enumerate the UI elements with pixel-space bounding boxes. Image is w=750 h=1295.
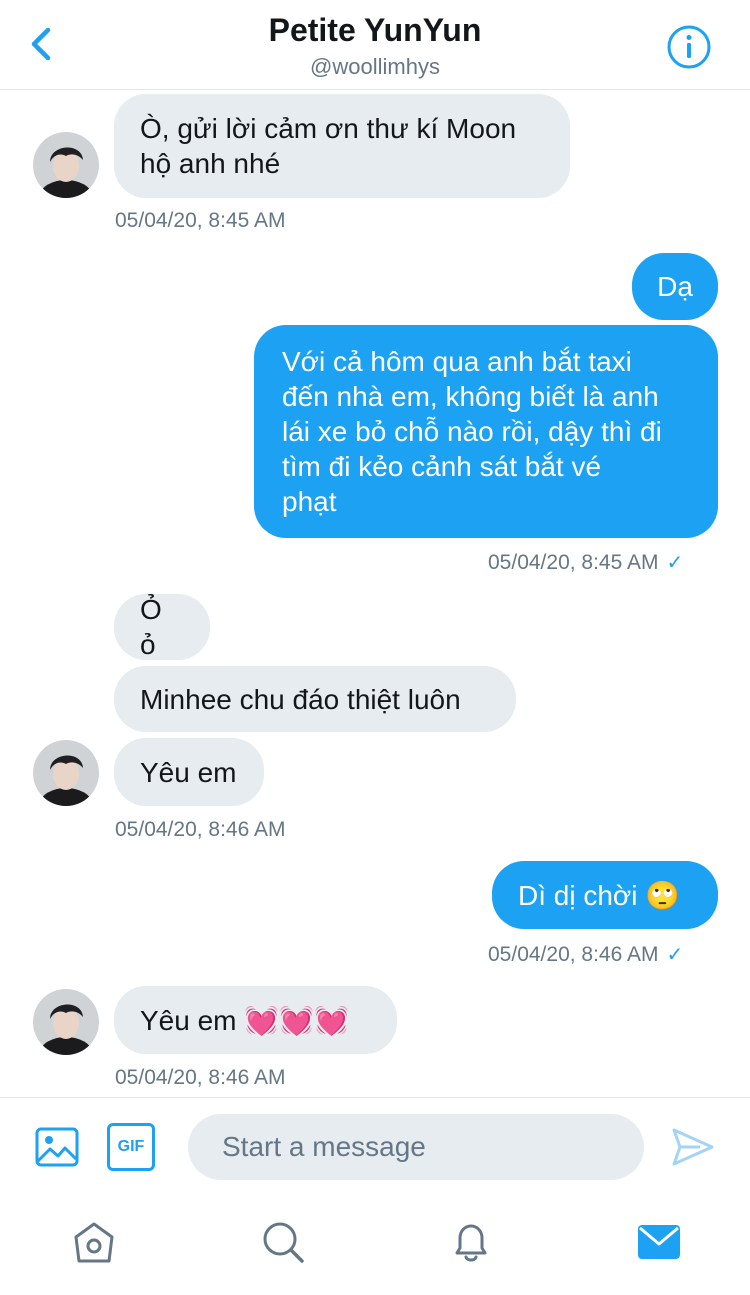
search-icon[interactable]: [260, 1219, 306, 1265]
message-timestamp: 05/04/20, 8:46 AM: [115, 1066, 286, 1089]
home-icon[interactable]: [71, 1219, 117, 1265]
read-check-icon: ✓: [666, 944, 684, 966]
mail-icon[interactable]: [636, 1219, 682, 1265]
conversation-title: Petite YunYun: [268, 12, 482, 48]
message-bubble-received[interactable]: Yêu em 💓💓💓: [114, 986, 397, 1054]
message-bubble-received[interactable]: Minhee chu đáo thiệt luôn: [114, 666, 516, 732]
send-icon[interactable]: [670, 1124, 716, 1170]
read-check-icon: ✓: [666, 552, 684, 574]
message-timestamp: 05/04/20, 8:45 AM: [115, 209, 286, 232]
bell-icon[interactable]: [448, 1219, 494, 1265]
message-bubble-sent[interactable]: Với cả hôm qua anh bắt taxi đến nhà em, …: [254, 325, 718, 538]
avatar[interactable]: [33, 132, 99, 198]
conversation-handle: @woollimhys: [310, 54, 440, 79]
message-composer: GIF: [0, 1097, 750, 1197]
gif-icon[interactable]: GIF: [107, 1123, 155, 1171]
bottom-tab-bar: [0, 1197, 750, 1295]
conversation-header: Petite YunYun @woollimhys: [0, 0, 750, 90]
message-timestamp: 05/04/20, 8:46 AM ✓: [488, 943, 684, 966]
message-bubble-received[interactable]: Yêu em: [114, 738, 264, 806]
message-bubble-received[interactable]: Ỏ ỏ: [114, 594, 210, 660]
avatar[interactable]: [33, 989, 99, 1055]
message-timestamp: 05/04/20, 8:46 AM: [115, 818, 286, 841]
message-input[interactable]: [188, 1114, 644, 1180]
message-bubble-received[interactable]: Ò, gửi lời cảm ơn thư kí Moon hộ anh nhé: [114, 94, 570, 198]
message-bubble-sent[interactable]: Dì dị chời 🙄: [492, 861, 718, 929]
message-timestamp: 05/04/20, 8:45 AM ✓: [488, 551, 684, 574]
avatar[interactable]: [33, 740, 99, 806]
image-icon[interactable]: [34, 1124, 80, 1170]
message-bubble-sent[interactable]: Dạ: [632, 253, 718, 320]
info-icon[interactable]: [666, 24, 712, 70]
